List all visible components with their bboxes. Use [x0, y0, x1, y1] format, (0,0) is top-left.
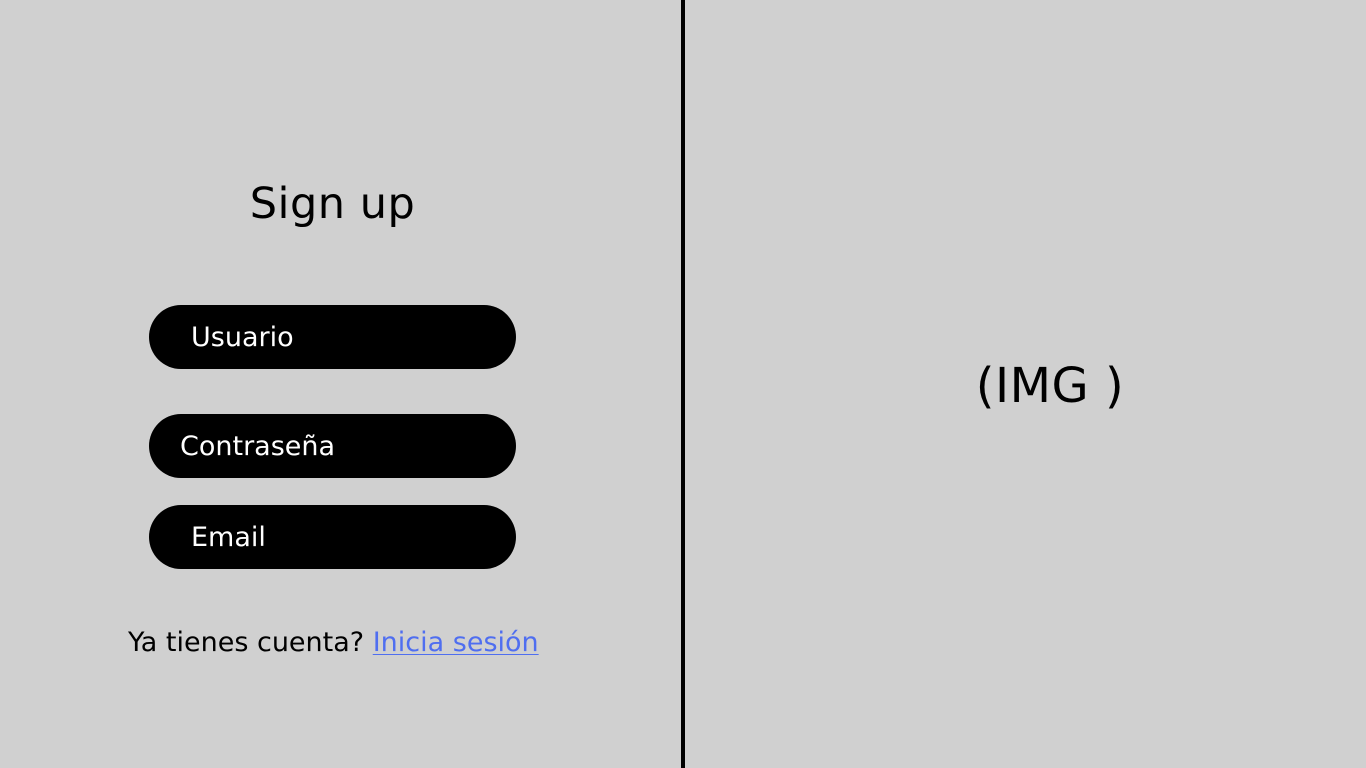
- signup-page: Sign up Ya tienes cuenta? Inicia sesión …: [0, 0, 1366, 768]
- email-input[interactable]: [149, 505, 516, 569]
- email-field[interactable]: [149, 505, 516, 569]
- login-link[interactable]: Inicia sesión: [373, 627, 539, 658]
- login-prompt: Ya tienes cuenta? Inicia sesión: [128, 624, 539, 662]
- page-title: Sign up: [249, 179, 416, 229]
- username-input[interactable]: [149, 305, 516, 369]
- password-input[interactable]: [149, 414, 516, 478]
- username-field[interactable]: [149, 305, 516, 369]
- image-panel: (IMG ): [685, 0, 1366, 768]
- login-prompt-text: Ya tienes cuenta?: [128, 627, 365, 658]
- password-field[interactable]: [149, 414, 516, 478]
- image-placeholder: (IMG ): [975, 358, 1125, 414]
- signup-panel: Sign up Ya tienes cuenta? Inicia sesión: [0, 0, 681, 768]
